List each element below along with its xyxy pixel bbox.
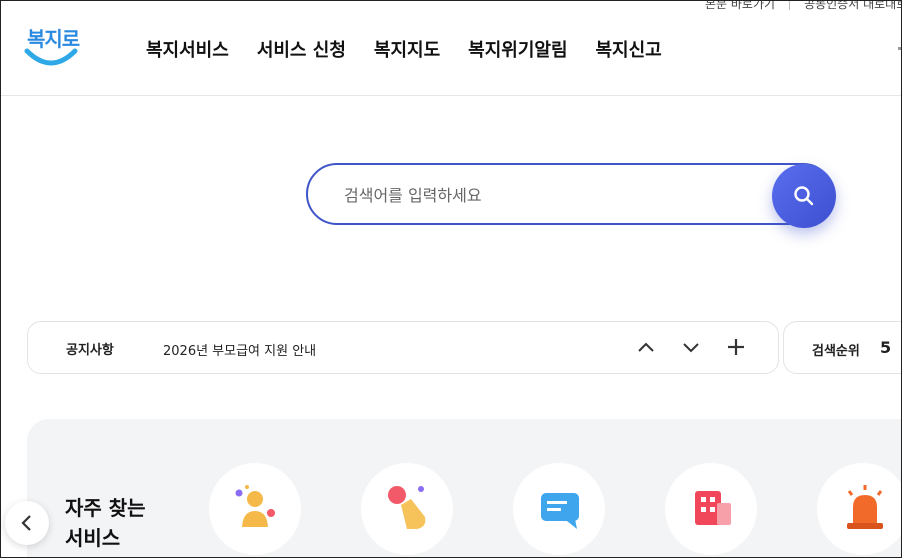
nav-welfare-report[interactable]: 복지신고 [596,36,662,62]
frequent-services-title: 자주 찾는 서비스 [65,493,146,553]
search-rank-label: 검색순위 [812,344,860,359]
nav-service-apply[interactable]: 서비스 신청 [257,36,346,62]
service-item-building[interactable] [665,463,757,555]
people-icon [235,485,275,527]
skip-to-content-link[interactable]: 본문 바로가기 [705,1,775,11]
main-nav: 복지서비스 서비스 신청 복지지도 복지위기알림 복지신고 [146,36,690,62]
divider [789,1,791,10]
search-icon [794,186,814,206]
title-line-2: 서비스 [65,526,121,550]
notice-bar: 공지사항 2026년 부모급여 지원 안내 [27,321,779,374]
touch-icon [388,486,426,529]
chevron-up-icon[interactable] [635,336,657,358]
chevron-left-icon [21,515,31,531]
title-line-1: 자주 찾는 [65,496,146,520]
notice-item-link[interactable]: 2026년 부모급여 지원 안내 [163,340,316,359]
chevron-down-icon[interactable] [680,336,702,358]
service-item-touch[interactable] [361,463,453,555]
search-input[interactable] [342,181,766,209]
chat-icon [541,493,579,529]
logo[interactable]: 복지로 [23,25,83,71]
nav-crisis-alert[interactable]: 복지위기알림 [468,36,567,62]
nav-welfare-map[interactable]: 복지지도 [374,36,440,62]
header: 본문 바로가기 공동인증서 대로대로 복지로 복지서비스 서비스 신청 복지지도 … [1,1,901,96]
page-frame: 본문 바로가기 공동인증서 대로대로 복지로 복지서비스 서비스 신청 복지지도 … [0,0,902,558]
plus-icon[interactable] [725,336,747,358]
search-rank-bar[interactable]: 검색순위 5 [783,321,901,374]
alarm-icon [847,485,883,529]
certificate-link[interactable]: 공동인증서 대로대로 [804,1,901,11]
service-item-chat[interactable] [513,463,605,555]
service-item-people[interactable] [209,463,301,555]
building-icon [695,491,731,525]
search-box [306,163,834,225]
nav-welfare-services[interactable]: 복지서비스 [146,36,229,62]
carousel-prev-button[interactable] [5,501,49,545]
service-item-alarm[interactable] [817,463,901,555]
search-rank-number: 5 [880,338,892,357]
frequent-services-section: 자주 찾는 서비스 [27,419,901,557]
utility-links: 본문 바로가기 공동인증서 대로대로 [705,1,901,12]
notice-label: 공지사항 [66,343,114,358]
search-button[interactable] [772,164,836,228]
logo-smile-icon [24,48,78,66]
header-edge-mark [898,47,901,50]
